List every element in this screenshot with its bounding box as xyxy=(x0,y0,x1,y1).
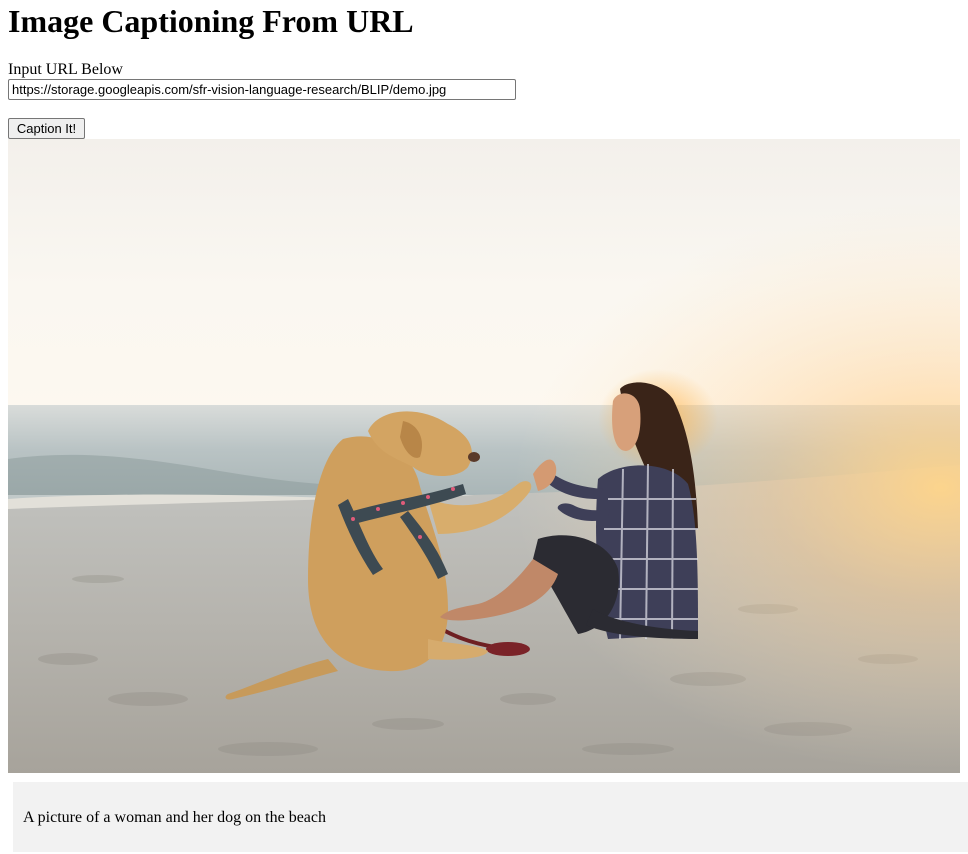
caption-output-box: A picture of a woman and her dog on the … xyxy=(13,782,968,852)
url-input-label: Input URL Below xyxy=(8,61,123,78)
page-title: Image Captioning From URL xyxy=(8,3,414,39)
caption-it-button[interactable]: Caption It! xyxy=(8,118,85,139)
captioned-photo xyxy=(8,139,960,773)
caption-output-text: A picture of a woman and her dog on the … xyxy=(23,809,327,826)
url-input[interactable] xyxy=(8,79,516,100)
